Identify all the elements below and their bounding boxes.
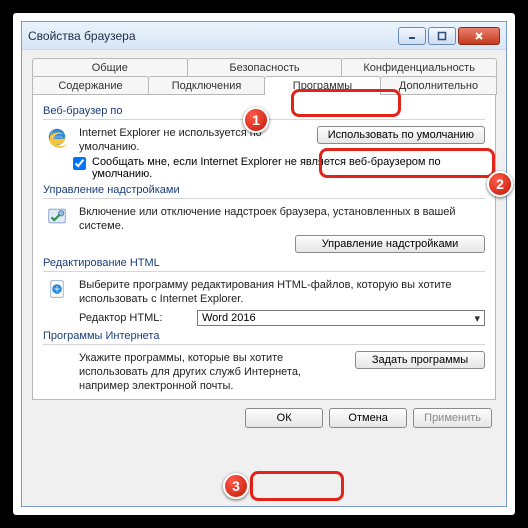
manage-addons-button[interactable]: Управление надстройками [295,235,485,253]
tab-connections[interactable]: Подключения [148,76,265,95]
cancel-button[interactable]: Отмена [329,408,407,428]
addons-icon [43,205,71,227]
html-editor-select[interactable]: Word 2016 [197,310,485,326]
tab-programs[interactable]: Программы [264,76,381,95]
ie-icon [43,126,71,148]
tab-advanced[interactable]: Дополнительно [380,76,497,95]
addons-text: Включение или отключение надстроек брауз… [79,205,485,233]
tab-security[interactable]: Безопасность [187,58,343,77]
tab-privacy[interactable]: Конфиденциальность [341,58,497,77]
ok-button[interactable]: ОК [245,408,323,428]
notify-checkbox-label: Сообщать мне, если Internet Explorer не … [92,156,485,180]
badge-1: 1 [243,107,269,133]
window-title: Свойства браузера [28,29,396,43]
minimize-button[interactable] [398,27,426,45]
html-edit-icon [43,278,71,300]
group-html-edit: Редактирование HTML [43,257,485,269]
group-addons: Управление надстройками [43,184,485,196]
html-edit-text: Выберите программу редактирования HTML-ф… [79,278,485,306]
tab-content[interactable]: Содержание [32,76,149,95]
titlebar: Свойства браузера [22,22,506,50]
set-default-button[interactable]: Использовать по умолчанию [317,126,485,144]
dialog-footer: ОК Отмена Применить [32,400,496,432]
group-internet-programs: Программы Интернета [43,330,485,342]
set-programs-button[interactable]: Задать программы [355,351,485,369]
html-editor-label: Редактор HTML: [79,312,191,324]
notify-checkbox-input[interactable] [73,157,86,170]
internet-options-window: Свойства браузера Общие Безопасность Кон… [21,21,507,507]
internet-programs-text: Укажите программы, которые вы хотите исп… [79,351,347,393]
badge-2: 2 [487,171,513,197]
tabs: Общие Безопасность Конфиденциальность Со… [32,58,496,95]
notify-checkbox[interactable]: Сообщать мне, если Internet Explorer не … [73,156,485,180]
tab-sheet: Веб-браузер по Internet Explorer не испо… [32,94,496,400]
close-button[interactable] [458,27,500,45]
maximize-button[interactable] [428,27,456,45]
badge-3: 3 [223,473,249,499]
apply-button[interactable]: Применить [413,408,492,428]
default-browser-text: Internet Explorer не используется по умо… [79,126,309,154]
tab-general[interactable]: Общие [32,58,188,77]
